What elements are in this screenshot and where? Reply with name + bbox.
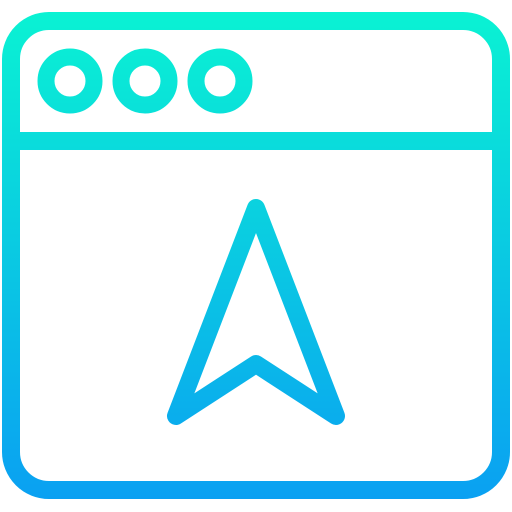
icon-canvas [0,0,512,512]
browser-window-navigation-icon [2,12,510,499]
navigation-arrow-icon [167,199,345,425]
window-control-dot-2 [112,48,178,114]
window-control-dot-3 [187,48,253,114]
window-control-dot-1 [37,48,103,114]
